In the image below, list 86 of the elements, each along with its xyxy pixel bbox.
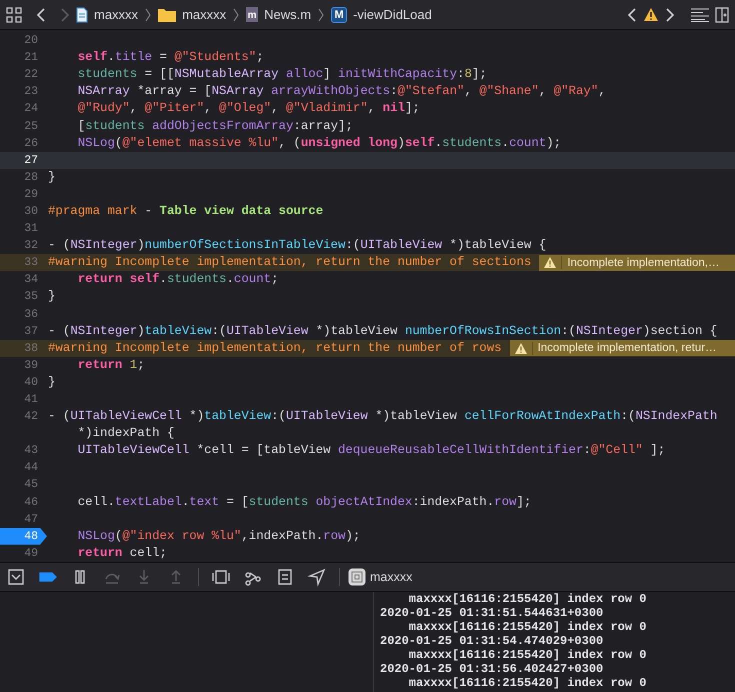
code-line: } (48, 374, 56, 391)
warning-bubble[interactable]: Incomplete implementation,… (539, 254, 735, 271)
warning-icon (543, 256, 562, 270)
console-line: maxxxx[16116:2155420] index row 0 (408, 592, 648, 606)
code-line: NSLog(@"index row %lu",indexPath.row); (76, 528, 360, 545)
console-line: maxxxx[16116:2155420] index row 0 (408, 648, 648, 662)
document-icon (76, 6, 88, 22)
code-line: NSArray *array = [NSArray arrayWithObjects:@"Stefan", @"Shane", @"Ray", (76, 83, 606, 100)
line-number: 37 (23, 324, 39, 340)
warning-message: Incomplete implementation,… (567, 256, 720, 269)
line-number: 47 (23, 512, 39, 528)
line-number: 25 (23, 118, 39, 135)
line-number: 39 (23, 358, 39, 374)
code-line: cell.textLabel.text = [students objectAtIndex:indexPath.row]; (76, 494, 532, 511)
code-line: #warning Incomplete implementation, return the number of sections (48, 254, 532, 272)
line-number: 29 (23, 186, 39, 203)
breadcrumb-item[interactable]: maxxxx (94, 7, 138, 22)
line-number: 24 (23, 101, 39, 118)
code-line: students = [[NSMutableArray alloc] initWithCapacity:8]; (76, 66, 487, 84)
console-line: 2020-01-25 01:31:51.544631+0300 (380, 606, 604, 620)
chevron-icon (233, 8, 240, 22)
line-number: 45 (23, 477, 39, 494)
code-line: NSLog(@"elemet massive %lu", (unsigned long)self.students.count); (76, 134, 562, 152)
chevron-icon (318, 8, 324, 22)
code-line: return 1; (76, 356, 145, 374)
warning-icon (514, 342, 533, 355)
chevron-icon (145, 8, 152, 22)
line-number: 31 (23, 221, 39, 238)
line-number: 21 (23, 50, 39, 66)
line-number: 23 (23, 84, 39, 100)
add-editor-icon[interactable] (715, 6, 729, 22)
line-number: 38 (23, 340, 39, 357)
console-line: 2020-01-25 01:31:54.474029+0300 (380, 634, 604, 648)
line-number: 34 (23, 272, 39, 288)
previous-issue-icon[interactable] (627, 6, 637, 22)
code-line: self.title = @"Students"; (76, 49, 264, 66)
breadcrumb-item[interactable]: maxxxx (182, 7, 226, 22)
code-line: } (48, 168, 56, 186)
method-icon: M (331, 6, 348, 22)
line-number: 27 (23, 152, 39, 169)
line-number: 36 (23, 306, 39, 323)
line-number: 30 (23, 204, 39, 220)
breadcrumb-item[interactable]: -viewDidLoad (353, 7, 432, 22)
console-toggle-icon[interactable] (6, 567, 26, 587)
next-issue-icon[interactable] (665, 6, 675, 22)
lines-icon[interactable] (691, 8, 709, 22)
breadcrumb-item[interactable]: News.m (264, 7, 312, 22)
warning-icon[interactable] (643, 7, 659, 22)
line-number: 32 (23, 238, 39, 254)
code-line: UITableViewCell *cell = [tableView dequeueReusableCellWithIdentifier:@"Cell" ]; (76, 442, 666, 460)
code-line: return cell; (76, 544, 167, 562)
line-number: 46 (23, 494, 39, 511)
console-line: 2020-01-25 01:31:56.402427+0300 (380, 662, 604, 676)
back-icon[interactable] (36, 6, 46, 22)
line-number: 44 (23, 460, 39, 476)
line-number: 28 (23, 170, 39, 186)
target-label[interactable]: maxxxx (370, 570, 412, 584)
warning-bubble[interactable]: Incomplete implementation, retur… (510, 340, 735, 356)
line-number: 43 (23, 443, 39, 460)
code-line: - (NSInteger)tableView:(UITableView *)tableView numberOfRowsInSection:(NSInteger)section { (48, 322, 718, 340)
warning-message: Incomplete implementation, retur… (538, 342, 717, 354)
code-line: return self.students.count; (76, 271, 279, 288)
grid-icon[interactable] (6, 6, 22, 22)
code-line: - (NSInteger)numberOfSectionsInTableView:(UITableView *)tableView { (48, 237, 546, 254)
file-icon: m (246, 7, 258, 22)
line-number: 41 (23, 392, 39, 408)
code-line: *)indexPath { (76, 425, 174, 442)
line-number: 20 (23, 33, 39, 50)
console-line: maxxxx[16116:2155420] index row 0 (408, 620, 648, 634)
line-number: 35 (23, 289, 39, 306)
code-line: @"Rudy", @"Piter", @"Oleg", @"Vladimir", nil]; (76, 100, 420, 118)
line-number: 26 (23, 136, 39, 152)
line-number: 49 (23, 546, 39, 562)
folder-icon (158, 7, 176, 22)
line-number: 42 (23, 409, 39, 426)
code-line: - (UITableViewCell *)tableView:(UITableView *)tableView cellForRowAtIndexPath:(NSIndexPath (48, 408, 718, 426)
code-line: #warning Incomplete implementation, return the number of rows (48, 340, 502, 357)
line-number: 40 (23, 374, 39, 391)
line-number: 33 (23, 255, 39, 272)
line-number: 22 (23, 67, 39, 84)
code-line: } (48, 288, 56, 306)
app-icon (348, 568, 366, 586)
code-line: [students addObjectsFromArray:array]; (76, 118, 353, 135)
code-line: #pragma mark - Table view data source (48, 202, 324, 220)
console-line: maxxxx[16116:2155420] index row 0 (408, 676, 648, 690)
location-icon[interactable] (307, 567, 327, 587)
